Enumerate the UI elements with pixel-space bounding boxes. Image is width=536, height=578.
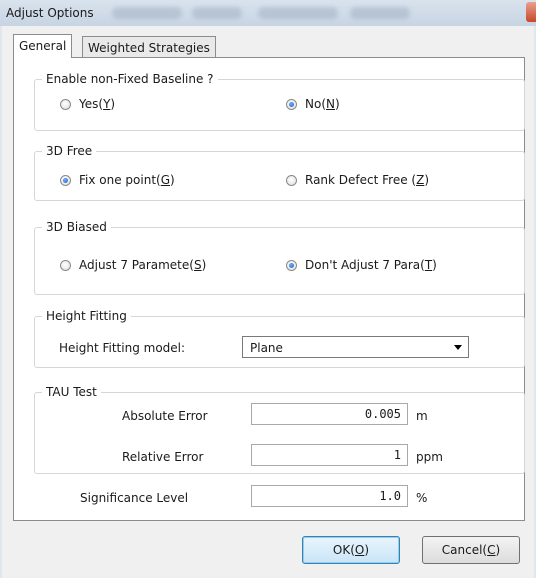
radio-button[interactable] xyxy=(60,259,71,271)
height-fitting-model-select[interactable]: Plane xyxy=(242,336,469,358)
tab-label: Weighted Strategies xyxy=(88,41,210,55)
radio-button[interactable] xyxy=(286,259,297,271)
radio-label: Don't Adjust 7 Para(T) xyxy=(305,258,437,272)
radio-adjust-7-parameters[interactable]: Adjust 7 Paramete(S) xyxy=(60,258,206,272)
radio-button[interactable] xyxy=(60,174,71,186)
tab-weighted-strategies[interactable]: Weighted Strategies xyxy=(82,36,216,58)
select-value: Plane xyxy=(250,341,283,355)
group-title: TAU Test xyxy=(42,385,101,399)
height-fitting-model-label: Height Fitting model: xyxy=(59,341,186,355)
absolute-error-label: Absolute Error xyxy=(122,409,208,423)
title-bar: Adjust Options xyxy=(0,0,536,26)
radio-label: Adjust 7 Paramete(S) xyxy=(79,258,207,272)
close-button[interactable] xyxy=(526,2,536,22)
radio-label: Yes(Y) xyxy=(79,97,116,111)
significance-level-label: Significance Level xyxy=(80,491,189,505)
radio-fix-one-point[interactable]: Fix one point(G) xyxy=(60,173,175,187)
radio-label: Rank Defect Free (Z) xyxy=(305,173,430,187)
cancel-button[interactable]: Cancel(C) xyxy=(422,536,520,564)
blurred-title-text xyxy=(258,7,338,19)
significance-level-input[interactable]: 1.0 xyxy=(251,485,408,507)
radio-label: No(N) xyxy=(305,97,340,111)
absolute-error-input[interactable]: 0.005 xyxy=(251,403,408,425)
group-title: Enable non-Fixed Baseline ? xyxy=(42,72,218,86)
radio-rank-defect-free[interactable]: Rank Defect Free (Z) xyxy=(286,173,429,187)
significance-level-unit: % xyxy=(416,491,428,505)
radio-button[interactable] xyxy=(286,98,297,110)
group-title: 3D Biased xyxy=(42,220,111,234)
ok-button[interactable]: OK(O) xyxy=(302,536,400,564)
relative-error-input[interactable]: 1 xyxy=(251,444,408,466)
blurred-title-text xyxy=(350,7,410,19)
chevron-down-icon[interactable] xyxy=(454,345,462,350)
radio-label: Fix one point(G) xyxy=(79,173,175,187)
window-title: Adjust Options xyxy=(6,6,94,20)
group-title: Height Fitting xyxy=(42,309,131,323)
radio-baseline-no[interactable]: No(N) xyxy=(286,97,340,111)
absolute-error-unit: m xyxy=(416,409,428,423)
relative-error-unit: ppm xyxy=(416,450,443,464)
blurred-title-text xyxy=(112,7,182,19)
radio-baseline-yes[interactable]: Yes(Y) xyxy=(60,97,115,111)
blurred-title-text xyxy=(192,7,242,19)
radio-button[interactable] xyxy=(286,174,297,186)
relative-error-label: Relative Error xyxy=(122,450,204,464)
radio-button[interactable] xyxy=(60,98,71,110)
radio-dont-adjust-7-parameters[interactable]: Don't Adjust 7 Para(T) xyxy=(286,258,437,272)
tab-label: General xyxy=(19,39,67,53)
tab-general[interactable]: General xyxy=(13,34,73,58)
group-title: 3D Free xyxy=(42,144,97,158)
